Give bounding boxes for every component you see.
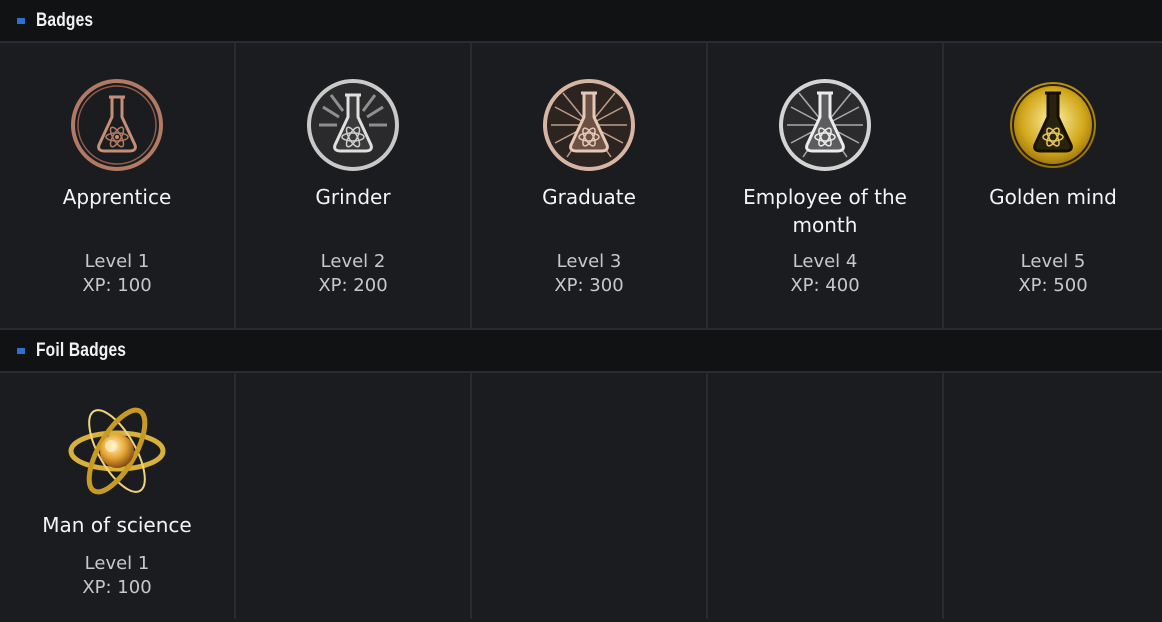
bronze-flask-badge-icon xyxy=(543,79,635,171)
badge-card[interactable]: Golden mind Level 5 XP: 500 xyxy=(944,43,1162,328)
badge-xp: XP: 300 xyxy=(554,275,624,296)
section-marker xyxy=(17,17,25,24)
badge-level: Level 4 xyxy=(792,251,858,272)
badge-level: Level 1 xyxy=(84,553,150,574)
badge-name: Employee of the month xyxy=(743,185,907,237)
badge-xp: XP: 100 xyxy=(82,577,152,598)
badge-name: Grinder xyxy=(315,185,391,209)
silver-flask-badge-icon xyxy=(307,79,399,171)
platinum-flask-badge-icon xyxy=(779,79,871,171)
badge-card[interactable]: Employee of the month Level 4 XP: 400 xyxy=(708,43,944,328)
badge-xp: XP: 100 xyxy=(82,275,152,296)
badge-name: Golden mind xyxy=(989,185,1117,209)
badge-level: Level 1 xyxy=(84,251,150,272)
empty-badge-slot xyxy=(472,373,708,619)
badge-level: Level 3 xyxy=(556,251,622,272)
empty-badge-slot xyxy=(236,373,472,619)
badge-card[interactable]: Apprentice Level 1 XP: 100 xyxy=(0,43,236,328)
badge-card[interactable]: Grinder Level 2 XP: 200 xyxy=(236,43,472,328)
badge-level: Level 2 xyxy=(320,251,386,272)
badge-xp: XP: 400 xyxy=(790,275,860,296)
badge-card[interactable]: Graduate Level 3 XP: 300 xyxy=(472,43,708,328)
section-title: Foil Badges xyxy=(36,339,127,361)
badge-xp: XP: 200 xyxy=(318,275,388,296)
empty-badge-slot xyxy=(944,373,1162,619)
badge-xp: XP: 500 xyxy=(1018,275,1088,296)
foil-badges-grid: Man of science Level 1 XP: 100 xyxy=(0,373,1162,619)
foil-badges-section-header: Foil Badges xyxy=(0,330,1162,373)
badge-name: Man of science xyxy=(42,513,192,537)
badges-grid: Apprentice Level 1 XP: 100 Grinder Level… xyxy=(0,43,1162,328)
badges-section-header: Badges xyxy=(0,0,1162,43)
badge-level: Level 5 xyxy=(1020,251,1086,272)
badge-name: Graduate xyxy=(542,185,636,209)
foil-badge-card[interactable]: Man of science Level 1 XP: 100 xyxy=(0,373,236,619)
empty-badge-slot xyxy=(708,373,944,619)
gold-atom-foil-badge-icon xyxy=(68,407,166,495)
section-marker xyxy=(17,347,25,354)
copper-flask-badge-icon xyxy=(71,79,163,171)
badge-name: Apprentice xyxy=(62,185,172,209)
section-title: Badges xyxy=(36,9,94,31)
gold-flask-badge-icon xyxy=(1008,80,1098,170)
